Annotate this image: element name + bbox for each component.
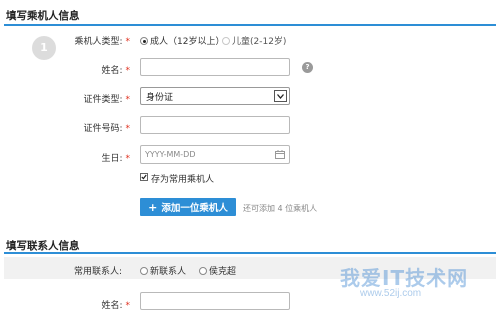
passenger-type-label: 乘机人类型: * (74, 37, 130, 47)
id-number-label: 证件号码: * (83, 124, 130, 134)
plus-icon: + (148, 200, 158, 214)
watermark-url: www.52ij.com (360, 288, 422, 299)
passenger-type-child-option[interactable]: 儿童(2-12岁) (222, 34, 286, 47)
birthday-label: 生日: * (101, 154, 130, 164)
calendar-icon[interactable] (275, 150, 285, 159)
radio-icon[interactable] (222, 37, 230, 45)
contact-option-new[interactable]: 新联系人 (140, 264, 186, 277)
radio-icon[interactable] (199, 267, 207, 275)
watermark-text: 我爱IT技术网 (340, 266, 469, 290)
id-number-input[interactable] (140, 116, 290, 134)
help-question-icon[interactable]: ? (302, 62, 313, 73)
radio-selected-icon[interactable] (140, 37, 148, 45)
id-type-select[interactable]: 身份证 (140, 87, 290, 105)
section-divider (4, 24, 496, 26)
add-passenger-button[interactable]: + 添加一位乘机人 (140, 198, 236, 216)
passenger-type-adult-option[interactable]: 成人（12岁以上） (140, 34, 224, 47)
chevron-down-icon[interactable] (274, 90, 287, 102)
contact-name-input[interactable] (140, 292, 290, 310)
section-divider (4, 252, 496, 254)
passenger-section-title: 填写乘机人信息 (6, 10, 80, 22)
contact-name-label: 姓名: * (101, 301, 130, 311)
id-type-label: 证件类型: * (83, 95, 130, 105)
birthday-input[interactable]: YYYY-MM-DD (140, 145, 290, 164)
save-frequent-label: 存为常用乘机人 (151, 175, 215, 185)
passenger-name-input[interactable] (140, 58, 290, 76)
contact-option-saved[interactable]: 侯克超 (199, 264, 236, 277)
contact-label: 常用联系人: (73, 267, 122, 277)
radio-icon[interactable] (140, 267, 148, 275)
save-frequent-checkbox[interactable] (140, 173, 148, 181)
add-passenger-hint: 还可添加 4 位乘机人 (243, 204, 318, 213)
contact-section-title: 填写联系人信息 (6, 240, 80, 252)
passenger-name-label: 姓名: * (101, 66, 130, 76)
